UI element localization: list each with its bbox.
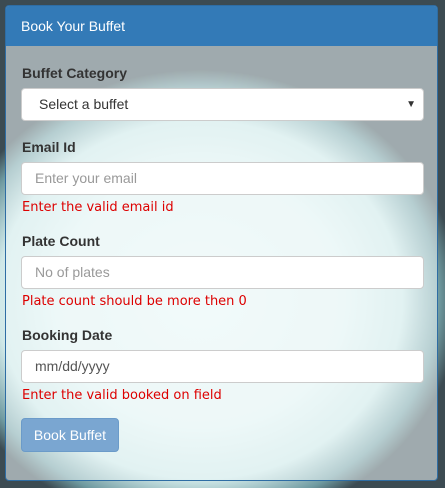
email-label: Email Id (22, 139, 76, 155)
plate-count-input[interactable]: No of plates (21, 256, 424, 289)
booking-date-error: Enter the valid booked on field (22, 388, 222, 403)
email-error: Enter the valid email id (22, 200, 174, 215)
panel-title: Book Your Buffet (6, 6, 437, 46)
booking-date-input[interactable]: mm/dd/yyyy (21, 350, 424, 383)
booking-date-label: Booking Date (22, 327, 113, 343)
email-placeholder: Enter your email (35, 170, 137, 186)
plate-count-placeholder: No of plates (35, 264, 110, 280)
buffet-category-select[interactable]: Select a buffet ▼ (21, 88, 424, 121)
book-buffet-button[interactable]: Book Buffet (21, 418, 119, 452)
email-input[interactable]: Enter your email (21, 162, 424, 195)
booking-panel: Book Your Buffet Buffet Category Select … (5, 5, 438, 481)
dropdown-caret-icon: ▼ (406, 99, 416, 110)
buffet-category-label: Buffet Category (22, 65, 128, 81)
booking-date-placeholder: mm/dd/yyyy (35, 358, 110, 374)
buffet-category-value: Select a buffet (39, 96, 129, 112)
plate-count-error: Plate count should be more then 0 (22, 294, 247, 309)
plate-count-label: Plate Count (22, 233, 100, 249)
